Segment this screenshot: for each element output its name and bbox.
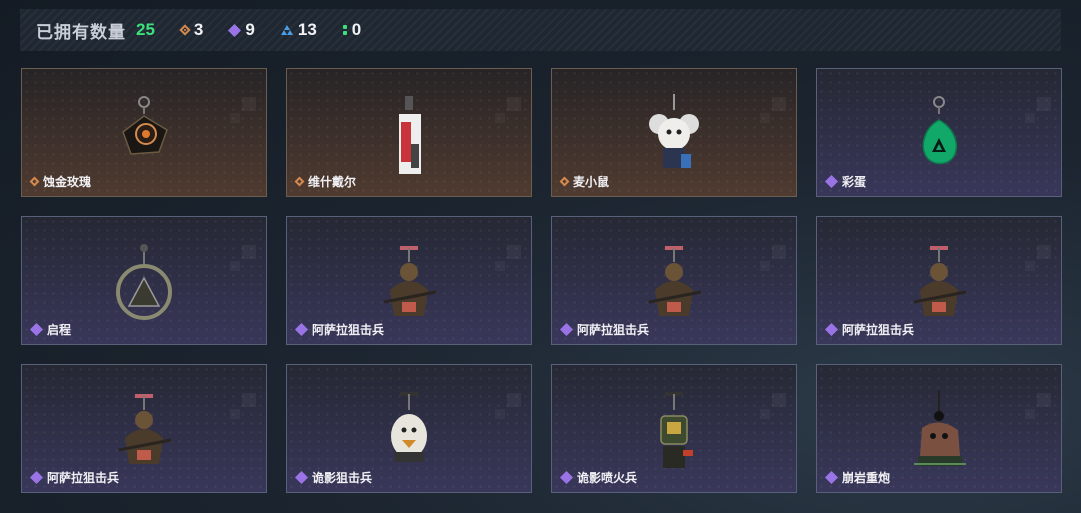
charm-name: 启程 bbox=[47, 323, 72, 337]
purple-rarity-icon bbox=[294, 470, 309, 485]
charm-label: 维什戴尔 bbox=[294, 173, 357, 190]
owned-count-label: 已拥有数量 bbox=[36, 22, 126, 42]
purple-rarity-icon bbox=[824, 322, 839, 337]
stat-purple-count: 9 bbox=[245, 20, 255, 39]
gold-rarity-icon bbox=[29, 176, 40, 187]
charm-card[interactable]: 阿萨拉狙击兵 bbox=[816, 216, 1062, 345]
charm-card[interactable]: 阿萨拉狙击兵 bbox=[551, 216, 797, 345]
charm-image bbox=[122, 96, 168, 155]
card-decoration bbox=[507, 245, 521, 259]
card-decoration bbox=[495, 261, 505, 271]
card-decoration bbox=[772, 245, 786, 259]
card-decoration bbox=[1025, 409, 1035, 419]
purple-rarity-icon bbox=[559, 470, 574, 485]
charm-label: 诡影狙击兵 bbox=[294, 469, 373, 486]
charm-card[interactable]: 阿萨拉狙击兵 bbox=[21, 364, 267, 493]
charm-card[interactable]: 诡影狙击兵 bbox=[286, 364, 532, 493]
card-decoration bbox=[230, 409, 240, 419]
charm-image bbox=[118, 394, 172, 464]
card-decoration bbox=[495, 409, 505, 419]
owned-count-value: 25 bbox=[136, 20, 155, 39]
charm-image bbox=[913, 246, 967, 316]
stat-purple: 9 bbox=[228, 20, 255, 40]
gold-rarity-icon bbox=[559, 176, 570, 187]
charm-label: 蚀金玫瑰 bbox=[29, 173, 92, 190]
charm-image bbox=[383, 246, 437, 316]
card-decoration bbox=[1025, 261, 1035, 271]
card-decoration bbox=[230, 113, 240, 123]
charm-name: 诡影喷火兵 bbox=[577, 471, 638, 485]
card-decoration bbox=[242, 393, 256, 407]
green-rarity-icon bbox=[342, 24, 347, 36]
card-decoration bbox=[242, 245, 256, 259]
charm-image bbox=[922, 96, 958, 165]
stat-gold: 3 bbox=[179, 20, 204, 40]
purple-rarity-icon bbox=[824, 470, 839, 485]
charm-name: 阿萨拉狙击兵 bbox=[47, 471, 120, 485]
card-decoration bbox=[242, 97, 256, 111]
card-decoration bbox=[1037, 393, 1051, 407]
charm-card[interactable]: 崩岩重炮 bbox=[816, 364, 1062, 493]
charm-card[interactable]: 阿萨拉狙击兵 bbox=[286, 216, 532, 345]
charm-label: 阿萨拉狙击兵 bbox=[559, 321, 650, 338]
charm-label: 诡影喷火兵 bbox=[559, 469, 638, 486]
charm-name: 麦小鼠 bbox=[573, 175, 610, 189]
charm-name: 阿萨拉狙击兵 bbox=[312, 323, 385, 337]
charm-card[interactable]: 启程 bbox=[21, 216, 267, 345]
purple-rarity-icon bbox=[29, 322, 44, 337]
charm-name: 彩蛋 bbox=[842, 175, 867, 189]
card-decoration bbox=[760, 113, 770, 123]
charm-image bbox=[391, 392, 427, 462]
charm-name: 维什戴尔 bbox=[308, 175, 357, 189]
card-decoration bbox=[1025, 113, 1035, 123]
charm-card[interactable]: 麦小鼠 bbox=[551, 68, 797, 197]
charm-name: 崩岩重炮 bbox=[842, 471, 891, 485]
gold-rarity-icon bbox=[179, 24, 191, 36]
charm-card[interactable]: 蚀金玫瑰 bbox=[21, 68, 267, 197]
purple-rarity-icon bbox=[824, 174, 839, 189]
card-decoration bbox=[772, 393, 786, 407]
charm-card[interactable]: 诡影喷火兵 bbox=[551, 364, 797, 493]
purple-rarity-icon bbox=[228, 23, 242, 37]
card-decoration bbox=[495, 113, 505, 123]
card-decoration bbox=[507, 393, 521, 407]
charm-label: 启程 bbox=[29, 321, 72, 338]
charm-image bbox=[648, 246, 702, 316]
charm-name: 阿萨拉狙击兵 bbox=[842, 323, 915, 337]
charm-label: 崩岩重炮 bbox=[824, 469, 891, 486]
charm-name: 蚀金玫瑰 bbox=[43, 175, 92, 189]
card-decoration bbox=[230, 261, 240, 271]
blue-rarity-icon bbox=[280, 25, 293, 35]
charm-label: 阿萨拉狙击兵 bbox=[824, 321, 915, 338]
card-decoration bbox=[760, 409, 770, 419]
charm-label: 阿萨拉狙击兵 bbox=[29, 469, 120, 486]
purple-rarity-icon bbox=[29, 470, 44, 485]
charm-image bbox=[660, 392, 693, 468]
stat-green-count: 0 bbox=[351, 20, 362, 39]
stat-gold-count: 3 bbox=[193, 20, 204, 39]
card-decoration bbox=[772, 97, 786, 111]
stat-blue: 13 bbox=[280, 20, 317, 40]
stat-green: 0 bbox=[342, 20, 362, 40]
purple-rarity-icon bbox=[294, 322, 309, 337]
card-decoration bbox=[1037, 245, 1051, 259]
charm-card[interactable]: 维什戴尔 bbox=[286, 68, 532, 197]
charm-label: 麦小鼠 bbox=[559, 173, 610, 190]
charm-label: 彩蛋 bbox=[824, 173, 867, 190]
owned-summary-bar: 已拥有数量 25 3 9 13 0 bbox=[20, 9, 1061, 51]
charm-image bbox=[914, 390, 966, 466]
charm-image bbox=[399, 96, 421, 174]
charm-label: 阿萨拉狙击兵 bbox=[294, 321, 385, 338]
charm-image bbox=[116, 244, 172, 320]
card-decoration bbox=[507, 97, 521, 111]
charm-card[interactable]: 彩蛋 bbox=[816, 68, 1062, 197]
gold-rarity-icon bbox=[294, 176, 305, 187]
stat-blue-count: 13 bbox=[297, 20, 317, 39]
card-decoration bbox=[1037, 97, 1051, 111]
charm-name: 诡影狙击兵 bbox=[312, 471, 373, 485]
charm-name: 阿萨拉狙击兵 bbox=[577, 323, 650, 337]
purple-rarity-icon bbox=[559, 322, 574, 337]
charm-image bbox=[649, 94, 699, 168]
card-decoration bbox=[760, 261, 770, 271]
